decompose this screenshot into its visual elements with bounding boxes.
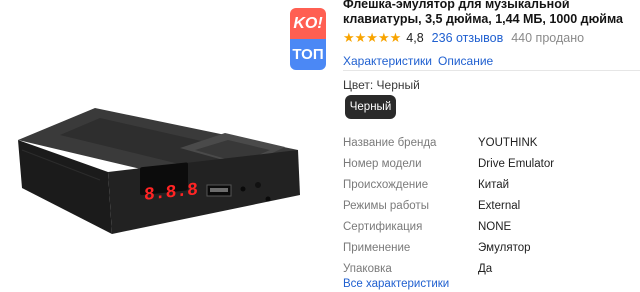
spec-value: NONE (478, 220, 512, 233)
color-option-black[interactable]: Черный (345, 95, 396, 119)
spec-row: Упаковка Да (343, 258, 640, 279)
spec-value: YOUTHINK (478, 136, 538, 149)
badge-top-label: KO! (290, 8, 326, 39)
star-rating-icon: ★★★★★ (343, 30, 402, 45)
top-badge: KO! ТОП (290, 8, 326, 70)
spec-key: Происхождение (343, 178, 429, 191)
link-characteristics[interactable]: Характеристики (343, 54, 432, 68)
specs-table: Название бренда YOUTHINK Номер модели Dr… (343, 132, 640, 279)
color-label: Цвет: Черный (343, 78, 420, 92)
spec-value: External (478, 199, 521, 212)
floppy-emulator-picture: 8.8.8 (18, 108, 300, 234)
spec-row: Название бренда YOUTHINK (343, 132, 640, 153)
spec-value: Да (478, 262, 493, 275)
spec-key: Режимы работы (343, 199, 429, 212)
spec-row: Режимы работы External (343, 195, 640, 216)
spec-row: Сертификация NONE (343, 216, 640, 237)
section-links: Характеристики Описание (343, 54, 635, 68)
spec-value: Drive Emulator (478, 157, 555, 170)
product-info: Флешка-эмулятор для музыкальной клавиату… (343, 0, 640, 290)
spec-key: Номер модели (343, 157, 422, 170)
spec-row: Применение Эмулятор (343, 237, 640, 258)
all-specs-link[interactable]: Все характеристики (343, 278, 449, 290)
reviews-link[interactable]: 236 отзывов (432, 31, 504, 45)
rating-value: 4,8 (406, 31, 424, 45)
spec-row: Происхождение Китай (343, 174, 640, 195)
spec-key: Название бренда (343, 136, 437, 149)
badge-bottom-label: ТОП (290, 39, 326, 70)
rating-row: ★★★★★ 4,8 236 отзывов 440 продано (343, 30, 635, 46)
product-image[interactable]: 8.8.8 KO! ТОП (0, 0, 335, 292)
spec-value: Китай (478, 178, 510, 191)
spec-key: Упаковка (343, 262, 392, 275)
product-title: Флешка-эмулятор для музыкальной клавиату… (343, 0, 623, 26)
spec-key: Сертификация (343, 220, 423, 233)
sold-count: 440 продано (511, 31, 585, 45)
divider (343, 70, 640, 71)
spec-key: Применение (343, 241, 411, 254)
link-description[interactable]: Описание (438, 54, 493, 68)
spec-row: Номер модели Drive Emulator (343, 153, 640, 174)
spec-value: Эмулятор (478, 241, 531, 254)
